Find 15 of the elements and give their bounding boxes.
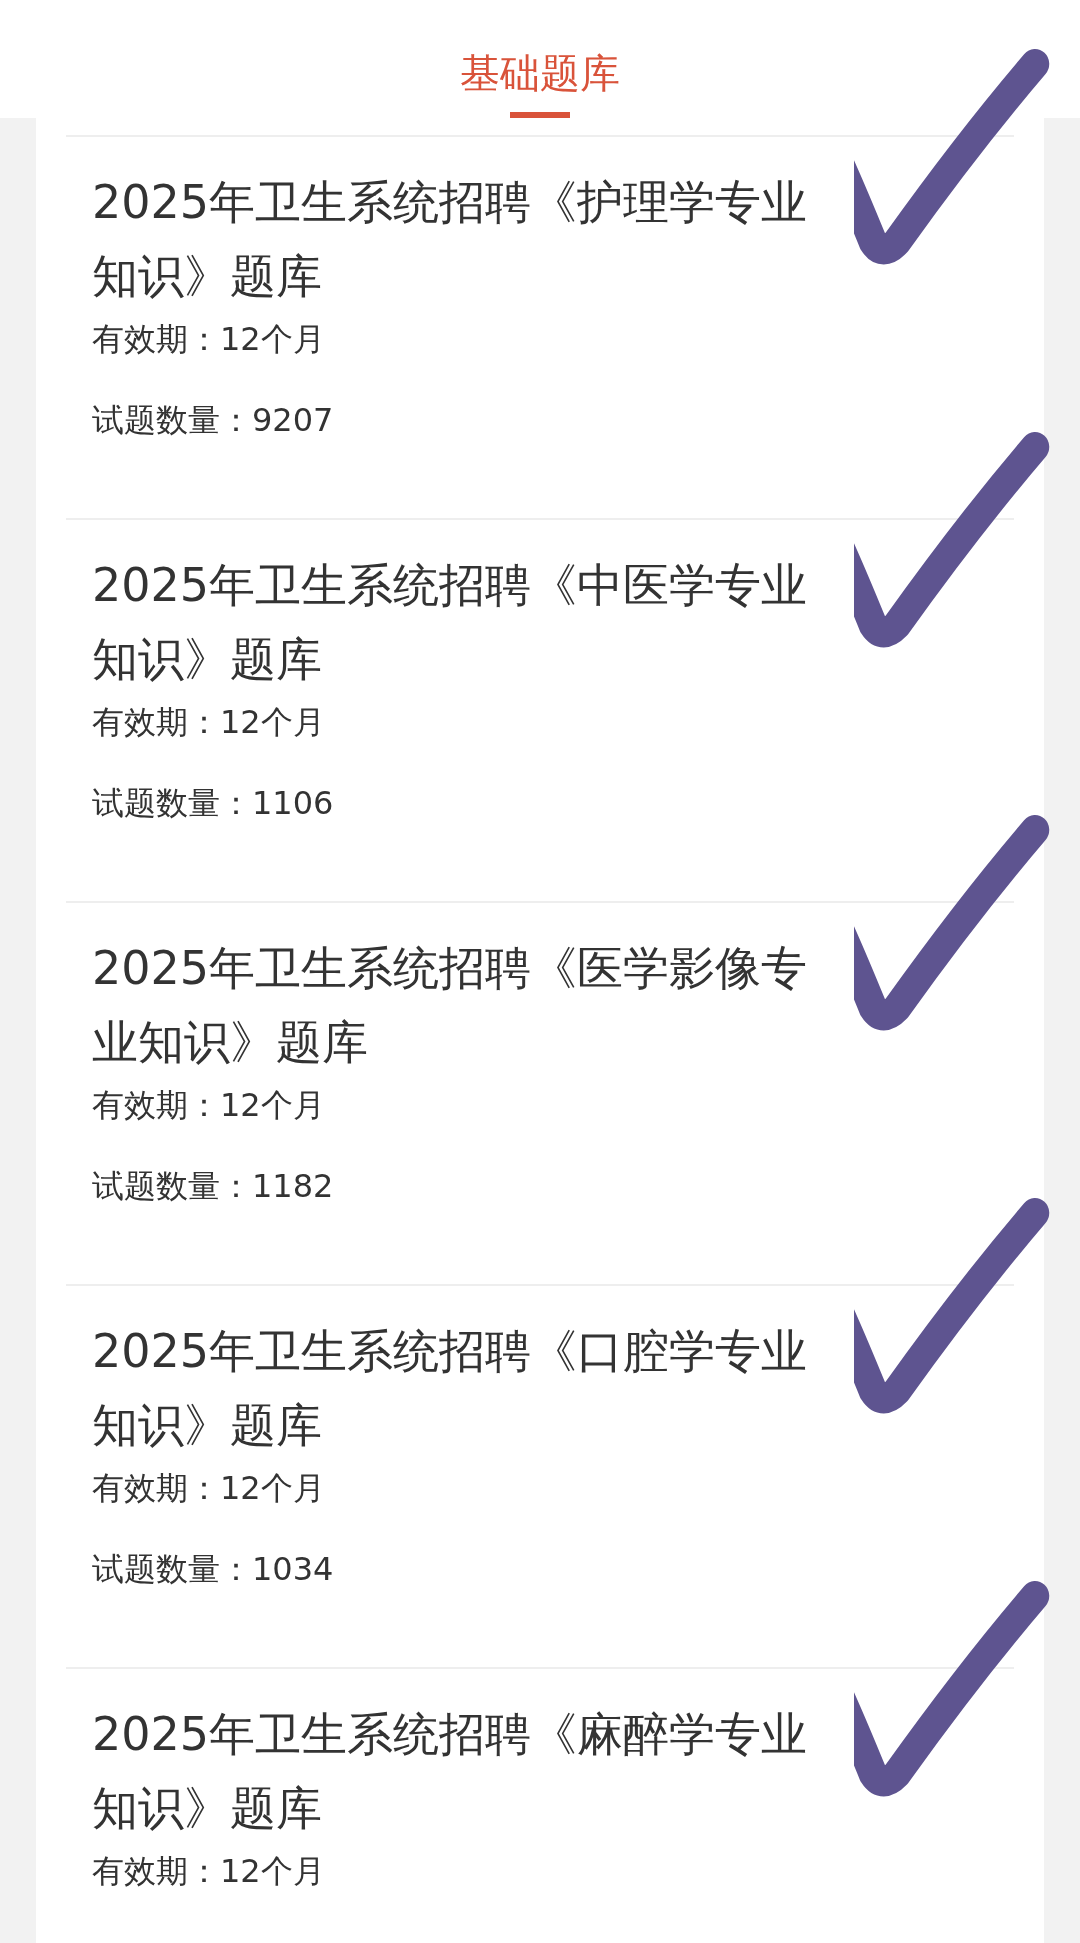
validity-text: 有效期：12个月 [92, 1085, 326, 1125]
validity-text: 有效期：12个月 [92, 1851, 326, 1891]
question-count: 试题数量：1034 [92, 1549, 335, 1589]
bank-title[interactable]: 2025年卫生系统招聘《口腔学专业知识》题库 [92, 1286, 812, 1462]
question-count: 试题数量：1182 [92, 1166, 335, 1206]
validity-text: 有效期：12个月 [92, 702, 326, 742]
page-title: 基础题库 [460, 49, 620, 98]
validity-text: 有效期：12个月 [92, 1468, 326, 1508]
question-count: 试题数量：1106 [92, 783, 335, 823]
validity-text: 有效期：12个月 [92, 319, 326, 359]
bank-title[interactable]: 2025年卫生系统招聘《医学影像专业知识》题库 [92, 903, 812, 1079]
bank-title[interactable]: 2025年卫生系统招聘《中医学专业知识》题库 [92, 520, 812, 696]
bank-title[interactable]: 2025年卫生系统招聘《护理学专业知识》题库 [92, 137, 812, 313]
question-count: 试题数量：9207 [92, 400, 335, 440]
bank-title[interactable]: 2025年卫生系统招聘《麻醉学专业知识》题库 [92, 1669, 812, 1845]
